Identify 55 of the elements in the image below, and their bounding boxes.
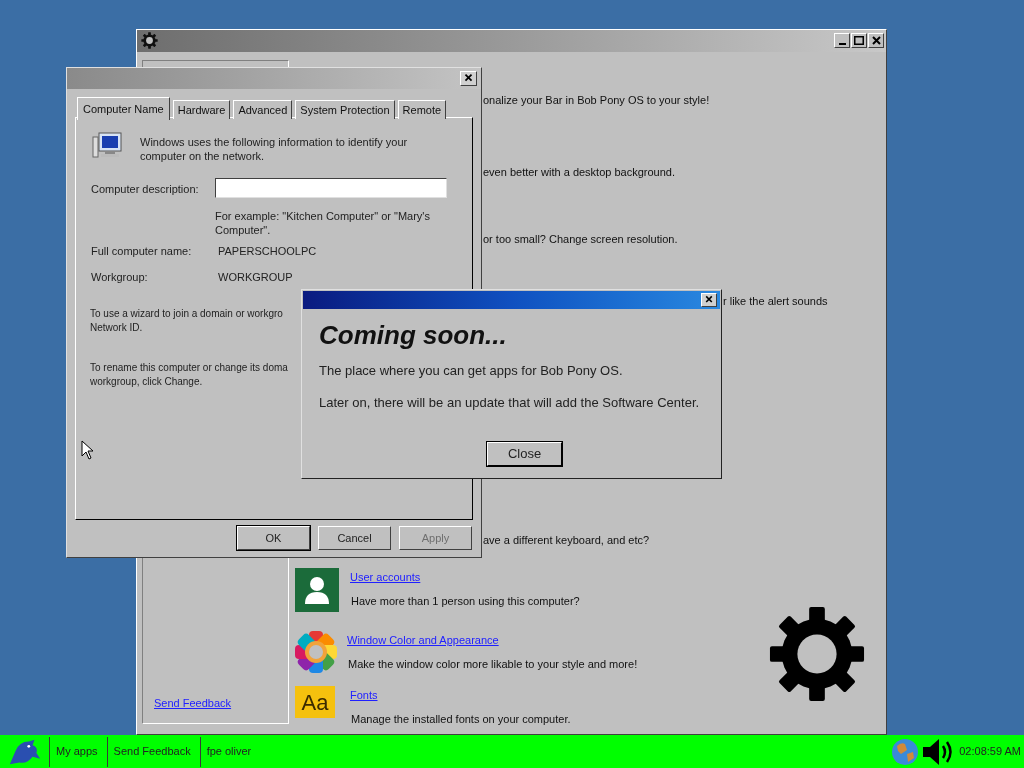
- field-label: Computer description:: [91, 182, 199, 197]
- setting-description: Make the window color more likable to your style and more!: [348, 657, 638, 672]
- field-value: PAPERSCHOOLPC: [218, 244, 317, 259]
- setting-description: ave a different keyboard, and etc?: [483, 533, 650, 548]
- tab[interactable]: Remote: [397, 100, 447, 119]
- tab[interactable]: Advanced: [233, 100, 293, 119]
- dialog-button[interactable]: Cancel: [318, 526, 391, 550]
- color-wheel-icon: [295, 631, 337, 673]
- setting-link[interactable]: User accounts: [350, 569, 421, 586]
- info-text: To rename this computer or change its doma: [90, 361, 288, 375]
- info-text: workgroup, click Change.: [90, 375, 203, 389]
- dialog-heading: Coming soon...: [319, 319, 507, 352]
- field-label: Full computer name:: [91, 244, 192, 259]
- minimize-icon: [838, 43, 846, 45]
- field-value: WORKGROUP: [218, 270, 293, 285]
- setting-description: Have more than 1 person using this computer?: [351, 594, 580, 609]
- computer-icon: [91, 131, 123, 161]
- fonts-icon: Aa: [295, 686, 335, 718]
- computer-description-field[interactable]: [215, 178, 447, 198]
- setting-description: r like the alert sounds: [723, 294, 828, 309]
- send-feedback-link[interactable]: Send Feedback: [154, 695, 232, 712]
- taskbar-item[interactable]: My apps: [50, 736, 104, 767]
- minimize-button[interactable]: [834, 33, 850, 48]
- dialog-message: The place where you can get apps for Bob Pony OS.: [319, 362, 623, 380]
- example-text: For example: "Kitchen Computer" or "Mary's Computer".: [215, 209, 431, 237]
- dialog-button[interactable]: OK: [237, 526, 310, 550]
- setting-link[interactable]: Fonts: [350, 687, 378, 704]
- close-button[interactable]: [460, 71, 477, 86]
- dialog-message: Later on, there will be an update that will add the Software Center.: [319, 394, 700, 412]
- tab[interactable]: Computer Name: [77, 97, 170, 120]
- maximize-button[interactable]: [851, 33, 867, 48]
- gear-icon: [141, 32, 158, 49]
- tab[interactable]: System Protection: [295, 100, 395, 119]
- clock: 02:08:59 AM: [959, 744, 1021, 760]
- tab[interactable]: Hardware: [172, 100, 231, 119]
- gear-icon: [768, 605, 866, 703]
- info-text: Network ID.: [90, 321, 143, 335]
- field-label: Workgroup:: [91, 270, 148, 285]
- taskbar-item[interactable]: Send Feedback: [107, 736, 197, 767]
- setting-description: even better with a desktop background.: [483, 165, 675, 180]
- cursor-icon: [81, 440, 94, 460]
- user-icon: [295, 568, 339, 612]
- globe-icon: [891, 737, 920, 766]
- info-text: To use a wizard to join a domain or workgro: [90, 307, 283, 321]
- close-icon: [871, 36, 881, 45]
- close-button[interactable]: [868, 33, 884, 48]
- setting-description: or too small? Change screen resolution.: [483, 232, 678, 247]
- setting-description: onalize your Bar in Bob Pony OS to your style!: [483, 93, 710, 108]
- taskbar-item[interactable]: fpe oliver: [200, 736, 258, 767]
- setting-description: Manage the installed fonts on your computer.: [351, 712, 571, 727]
- close-button[interactable]: Close: [487, 442, 562, 466]
- setting-link[interactable]: Window Color and Appearance: [347, 632, 499, 649]
- intro-text: Windows uses the following information to identify your computer on the network.: [140, 135, 409, 163]
- close-button[interactable]: [701, 293, 717, 307]
- maximize-icon: [854, 36, 864, 45]
